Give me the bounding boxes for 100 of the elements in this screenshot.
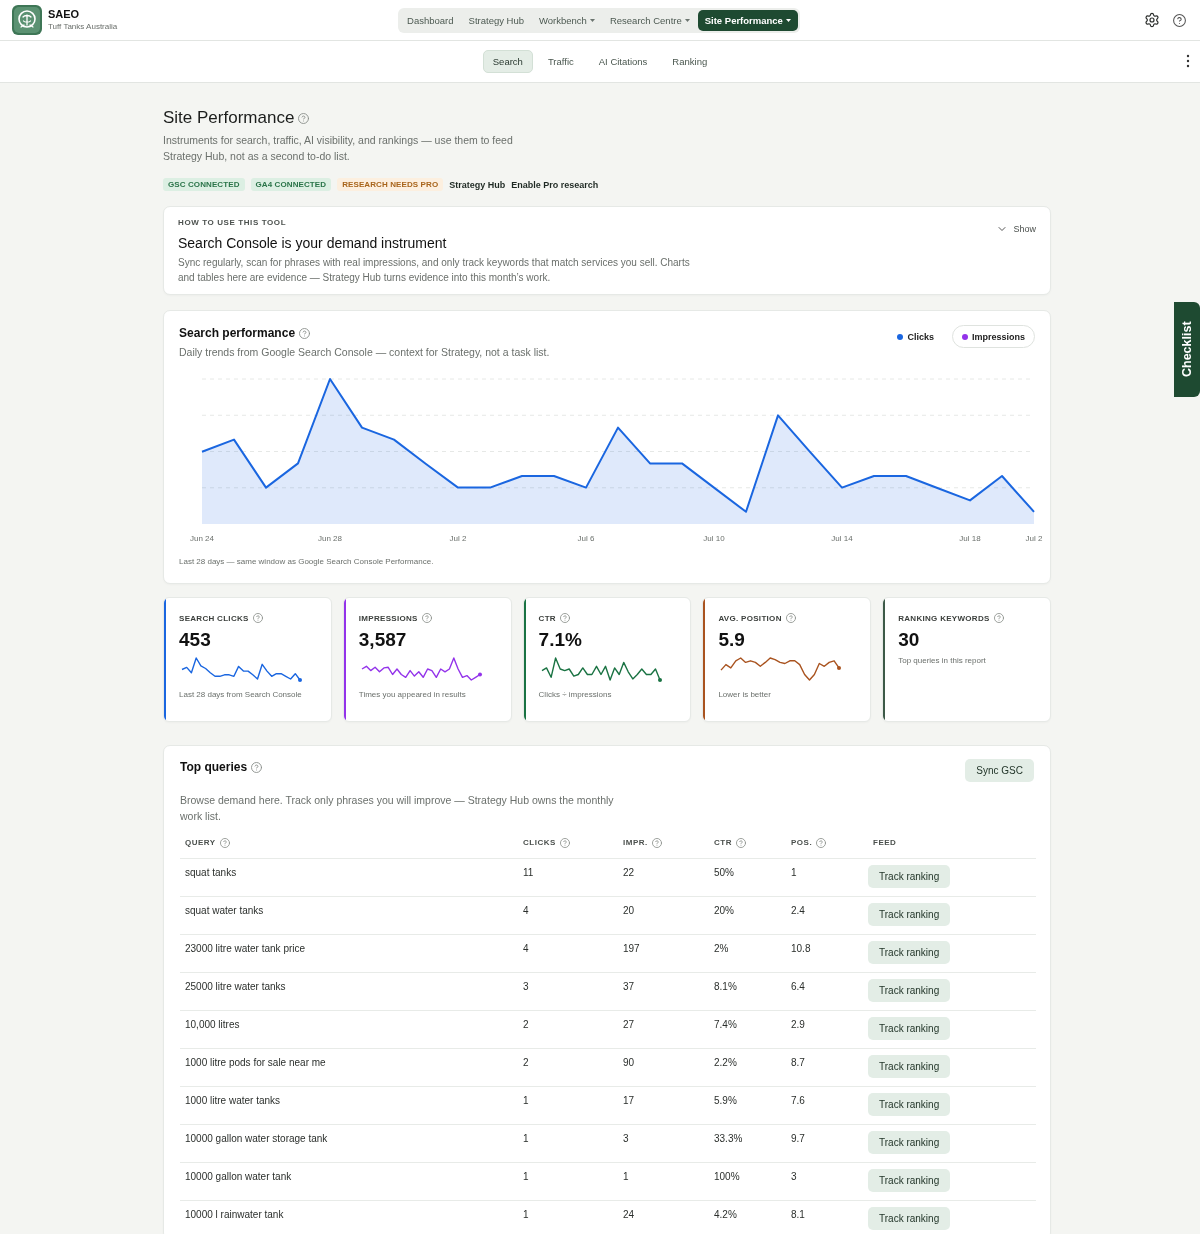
legend-item[interactable]: Clicks [887,325,944,348]
axis-label: Jul 2 [1025,534,1043,543]
kpi-caption: Times you appeared in results [358,690,466,700]
help-icon [421,613,432,623]
tab[interactable]: Ranking [662,50,718,73]
axis-label: Jul 6 [577,534,595,543]
table-cell: 25000 litre water tanks [185,980,286,992]
track-ranking-button[interactable]: Track ranking [868,1206,951,1230]
page-title: Site Performance [163,107,295,129]
table-cell: 90 [623,1056,635,1068]
track-ranking-button[interactable]: Track ranking [868,1168,951,1192]
nav-item[interactable]: Research Centre [602,9,697,31]
nav-item[interactable]: Site Performance [697,9,798,31]
table-cell: 23000 litre water tank price [185,942,306,954]
table-cell: 2 [523,1056,529,1068]
table-cell: 10,000 litres [185,1018,240,1030]
column-header: POS. [791,837,813,848]
column-header: CTR [714,837,732,848]
table-cell: 10000 gallon water storage tank [185,1132,328,1144]
table-cell: 10000 gallon water tank [185,1170,292,1182]
text-link[interactable]: Strategy Hub [449,179,506,190]
queries-title: Top queries [180,759,248,775]
table-cell: 8.1% [714,980,737,992]
table-cell: 197 [623,942,640,954]
track-ranking-button[interactable]: Track ranking [868,864,951,888]
table-cell: 7.6 [791,1094,805,1106]
table-cell: 2.4 [791,904,805,916]
kpi-label: AVG. POSITION [718,613,782,623]
track-ranking-button[interactable]: Track ranking [868,1054,951,1078]
show-toggle[interactable]: Show [996,223,1036,235]
track-ranking-button[interactable]: Track ranking [868,1130,951,1154]
table-cell: 9.7 [791,1132,805,1144]
chart-title: Search performance [179,325,296,341]
checklist-tab[interactable]: Checklist [1174,302,1200,397]
status-badge: GSC CONNECTED [163,178,245,191]
more-button[interactable] [1185,54,1191,68]
table-cell: 3 [623,1132,629,1144]
table-cell: 10.8 [791,942,811,954]
table-cell: 7.4% [714,1018,737,1030]
table-cell: 2.2% [714,1056,737,1068]
help-icon [252,613,263,623]
sync-button[interactable]: Sync GSC [965,759,1034,782]
kpi-value: 453 [179,629,211,651]
table-cell: 8.1 [791,1208,805,1220]
legend-item[interactable]: Impressions [951,325,1035,348]
table-cell: 2% [714,942,729,954]
kpi-caption: Clicks ÷ impressions [538,690,612,700]
tab[interactable]: Traffic [537,50,584,73]
table-cell: 50% [714,866,734,878]
table-cell: squat water tanks [185,904,264,916]
nav-item[interactable]: Dashboard [400,9,461,31]
table-cell: 27 [623,1018,635,1030]
table-cell: 1 [523,1170,529,1182]
more-options-icon [1185,54,1191,68]
tab[interactable]: AI Citations [588,50,658,73]
table-cell: 1 [623,1170,629,1182]
chart-subtitle: Daily trends from Google Search Console — context for Strategy, not a task list. [179,345,550,359]
kpi-value: 7.1% [538,629,582,651]
help-icon [251,761,263,773]
page-description: Instruments for search, traffic, AI visibility, and rankings — use them to feed Strategy Hub, not as a second to-do list. [163,133,514,164]
track-ranking-button[interactable]: Track ranking [868,1016,951,1040]
kpi-caption: Top queries in this report [898,656,986,666]
kpi-caption: Lower is better [718,690,771,700]
tab[interactable]: Search [482,50,533,73]
track-ranking-button[interactable]: Track ranking [868,940,951,964]
axis-label: Jul 14 [831,534,853,543]
table-cell: 2 [523,1018,529,1030]
logo-icon [12,5,42,35]
status-badge: GA4 CONNECTED [250,178,332,191]
kpi-label: CTR [538,613,556,623]
track-ranking-button[interactable]: Track ranking [868,1092,951,1116]
kpi-value: 3,587 [358,629,407,651]
table-cell: 1 [523,1208,529,1220]
nav-item[interactable]: Workbench [532,9,602,31]
kpi-label: RANKING KEYWORDS [898,613,990,623]
track-ranking-button[interactable]: Track ranking [868,978,951,1002]
kpi-value: 5.9 [718,629,745,651]
settings-icon[interactable] [1144,12,1160,28]
track-ranking-button[interactable]: Track ranking [868,902,951,926]
help-icon [785,613,796,623]
table-cell: 1000 litre pods for sale near me [185,1056,326,1068]
help-icon [993,613,1004,623]
kpi-value: 30 [898,629,920,651]
table-cell: 4.2% [714,1208,737,1220]
table-cell: 20% [714,904,734,916]
table-cell: 4 [523,942,529,954]
nav-item[interactable]: Strategy Hub [461,9,532,31]
table-cell: 33.3% [714,1132,743,1144]
table-cell: 4 [523,904,529,916]
text-link[interactable]: Enable Pro research [511,179,599,190]
column-header: FEED [873,837,897,848]
table-cell: 1 [523,1094,529,1106]
axis-label: Jul 2 [449,534,467,543]
table-cell: squat tanks [185,866,237,878]
table-cell: 37 [623,980,635,992]
table-cell: 10000 l rainwater tank [185,1208,284,1220]
status-badge: RESEARCH NEEDS PRO [337,178,444,191]
guide-title: Search Console is your demand instrument [178,234,447,252]
help-icon [1173,13,1186,27]
chart-footnote: Last 28 days — same window as Google Search Console Performance. [179,557,435,567]
